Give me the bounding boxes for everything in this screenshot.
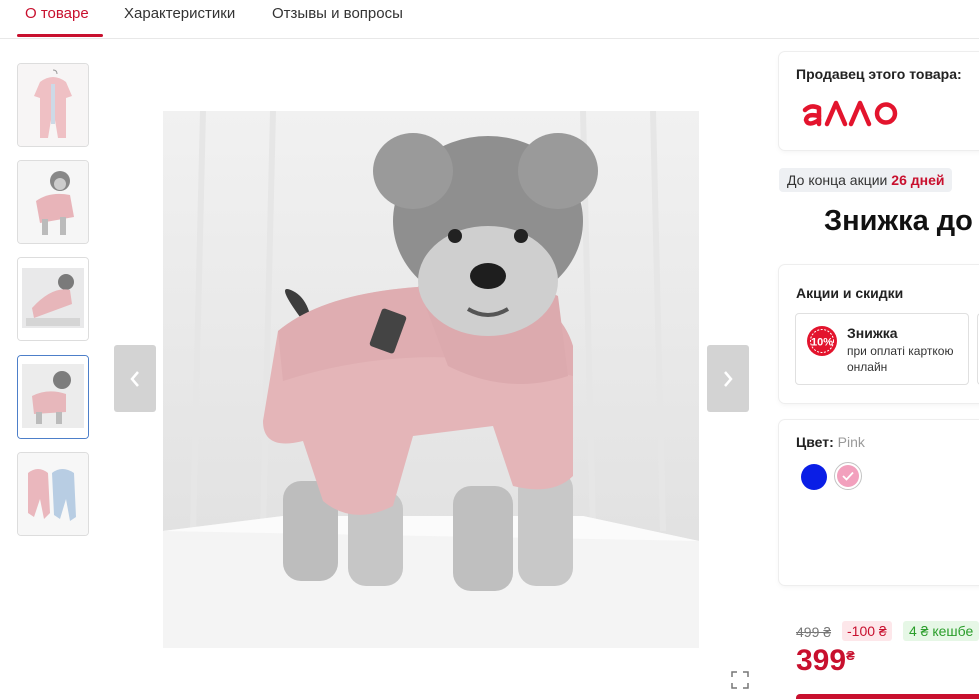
main-product-image[interactable] <box>163 111 699 648</box>
color-swatch-pink[interactable] <box>834 462 862 490</box>
discounts-card: Акции и скидки 10% Знижка при оплаті кар… <box>779 265 979 403</box>
active-tab-indicator <box>17 34 103 37</box>
tab-reviews[interactable]: Отзывы и вопросы <box>272 5 403 22</box>
thumbnail-1[interactable] <box>17 63 89 147</box>
discount-item-title: Знижка <box>847 325 898 341</box>
product-tabs: О товаре Характеристики Отзывы и вопросы <box>0 0 979 39</box>
color-label-text: Цвет: <box>796 434 834 450</box>
check-icon <box>842 471 854 481</box>
color-swatch-blue[interactable] <box>801 464 827 490</box>
buy-button[interactable] <box>796 694 979 699</box>
promo-headline: Знижка до <box>824 205 973 237</box>
discounts-title: Акции и скидки <box>796 285 904 301</box>
thumbnail-3[interactable] <box>17 257 89 341</box>
chevron-right-icon <box>724 370 733 387</box>
cashback-badge: 4 ₴ кешбе <box>903 621 979 641</box>
discount-item-subtitle: при оплаті карткою онлайн <box>847 344 954 374</box>
promo-timer: До конца акции 26 дней <box>779 168 953 192</box>
color-label: Цвет: Pink <box>796 434 865 450</box>
color-selected-value: Pink <box>837 434 865 450</box>
thumbnail-4[interactable] <box>17 355 89 439</box>
expand-icon[interactable] <box>731 671 749 689</box>
seller-title: Продавец этого товара: <box>796 66 962 82</box>
promo-timer-value: 26 дней <box>891 172 945 188</box>
discount-item[interactable]: 10% Знижка при оплаті карткою онлайн <box>795 313 969 385</box>
percent-badge-icon: 10% <box>807 326 837 356</box>
discount-amount-badge: -100 ₴ <box>842 621 892 641</box>
current-price: 399₴ <box>796 644 855 678</box>
prev-image-button[interactable] <box>114 345 156 412</box>
current-price-value: 399 <box>796 644 847 677</box>
seller-card: Продавец этого товара: <box>779 52 979 150</box>
tab-characteristics[interactable]: Характеристики <box>124 5 235 22</box>
seller-logo[interactable] <box>801 98 911 128</box>
promo-timer-prefix: До конца акции <box>787 172 888 188</box>
thumbnail-2[interactable] <box>17 160 89 244</box>
next-image-button[interactable] <box>707 345 749 412</box>
tab-about[interactable]: О товаре <box>25 5 89 22</box>
thumbnail-5[interactable] <box>17 452 89 536</box>
discount-badge-text: 10% <box>811 337 833 349</box>
color-card: Цвет: Pink <box>779 420 979 585</box>
old-price: 499 ₴ <box>796 624 832 640</box>
chevron-left-icon <box>130 370 139 387</box>
currency-symbol: ₴ <box>846 648 855 663</box>
